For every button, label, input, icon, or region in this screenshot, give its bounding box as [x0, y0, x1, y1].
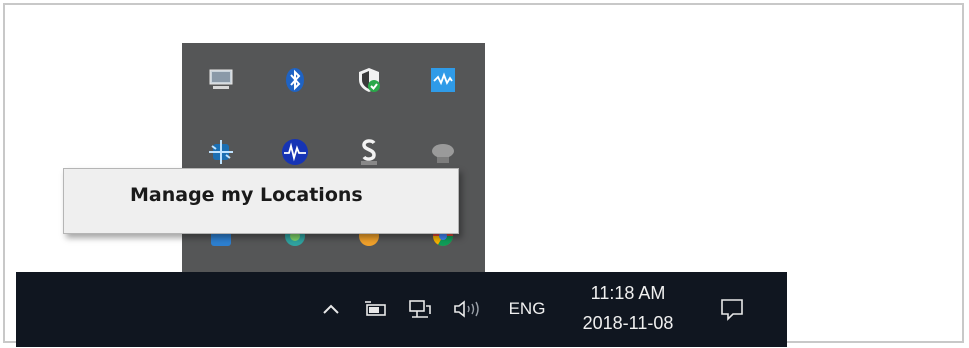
clock-date: 2018-11-08	[582, 313, 674, 333]
action-center-icon[interactable]	[713, 290, 751, 328]
hidden-icons-flyout	[182, 43, 485, 283]
network-icon[interactable]	[404, 292, 436, 326]
tray-context-menu: Manage my Locations	[63, 168, 459, 234]
network-adapter-icon[interactable]	[206, 137, 236, 167]
audio-wave-icon[interactable]	[280, 137, 310, 167]
volume-icon[interactable]	[448, 292, 486, 326]
show-hidden-icons-chevron-icon[interactable]	[316, 292, 346, 326]
windows-defender-shield-icon[interactable]	[354, 65, 384, 95]
taskbar: ENG 11:18 AM 2018-11-08	[16, 272, 787, 347]
monitor-device-icon[interactable]	[206, 65, 236, 95]
screenshot-frame: Manage my Locations ENG 11:18 AM 2018-11…	[3, 3, 964, 347]
power-battery-icon[interactable]	[360, 292, 392, 326]
clock-time: 11:18 AM	[590, 283, 666, 303]
language-indicator[interactable]: ENG	[500, 292, 554, 326]
cloud-sync-icon[interactable]	[428, 137, 458, 167]
menu-item-manage-my-locations[interactable]: Manage my Locations	[68, 175, 454, 215]
menu-item-label: Manage my Locations	[130, 184, 363, 206]
bluetooth-icon[interactable]	[280, 65, 310, 95]
taskbar-clock[interactable]: 11:18 AM 2018-11-08	[578, 278, 678, 342]
language-label: ENG	[508, 299, 546, 318]
wave-app-icon[interactable]	[428, 65, 458, 95]
s-app-icon[interactable]	[354, 137, 384, 167]
